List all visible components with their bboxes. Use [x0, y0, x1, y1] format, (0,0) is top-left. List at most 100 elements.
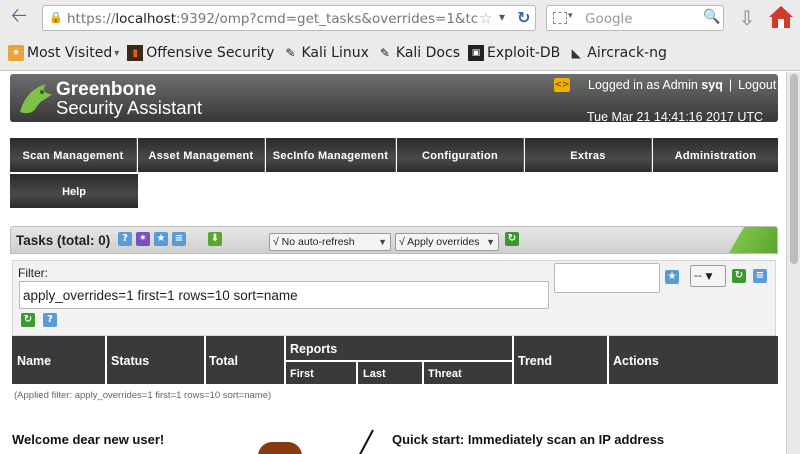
- login-prefix: Logged in as Admin: [588, 78, 698, 92]
- search-bar[interactable]: ▾ Google 🔍: [546, 5, 724, 31]
- lock-icon: 🔒: [49, 11, 63, 24]
- menu-secinfo-management[interactable]: SecInfo Management: [266, 138, 396, 172]
- exploitdb-icon: ▣: [468, 45, 484, 61]
- kali-dragon-icon: ✎: [379, 46, 390, 60]
- logout-link[interactable]: Logout: [738, 78, 776, 92]
- column-divider: [204, 336, 206, 384]
- chevron-down-icon[interactable]: ▾: [568, 11, 573, 21]
- column-last[interactable]: Last: [363, 368, 386, 380]
- bookmark-label: Most Visited: [27, 45, 113, 61]
- column-divider: [356, 360, 358, 384]
- browser-toolbar: 🡠 🔒 https://localhost:9392/omp?cmd=get_t…: [0, 0, 800, 36]
- tasks-table-header: Name Status Total Reports First Last Thr…: [12, 336, 778, 384]
- bookmarks-bar: ★ Most Visited ▾ ▮ Offensive Security ✎ …: [0, 36, 800, 71]
- menu-configuration[interactable]: Configuration: [397, 138, 524, 172]
- url-text[interactable]: https://localhost:9392/omp?cmd=get_tasks…: [67, 11, 487, 27]
- scrollbar-thumb[interactable]: [790, 74, 798, 264]
- overrides-value: √ Apply overrides: [399, 236, 480, 248]
- wizard-illustration: [258, 442, 302, 454]
- page-scrollbar[interactable]: [786, 72, 800, 454]
- auto-refresh-select[interactable]: √ No auto-refresh ▼: [269, 233, 391, 251]
- main-menu: Scan Management Asset Management SecInfo…: [10, 138, 778, 172]
- row-divider: [284, 360, 512, 362]
- download-arrow-icon[interactable]: ⇩: [736, 6, 758, 30]
- new-task-icon[interactable]: ★: [154, 232, 168, 246]
- url-bar[interactable]: 🔒 https://localhost:9392/omp?cmd=get_tas…: [42, 5, 536, 31]
- search-engine-icon[interactable]: [553, 12, 567, 24]
- greenbone-logo-icon: [20, 84, 52, 114]
- column-divider: [607, 336, 609, 384]
- search-icon[interactable]: 🔍: [703, 9, 720, 25]
- column-name[interactable]: Name: [17, 354, 51, 368]
- bookmark-aircrack[interactable]: ◣ Aircrack-ng: [568, 45, 667, 61]
- chevron-down-icon[interactable]: ▾: [499, 10, 505, 24]
- bookmark-star-icon[interactable]: ☆: [479, 9, 492, 27]
- menu-help[interactable]: Help: [10, 174, 138, 208]
- saved-filter-select[interactable]: -- ▼: [690, 265, 726, 287]
- pointer-line: [358, 429, 374, 454]
- menu-extras[interactable]: Extras: [525, 138, 652, 172]
- header-swoosh: [717, 227, 777, 253]
- welcome-heading: Welcome dear new user!: [12, 432, 165, 447]
- filter-name-input[interactable]: [554, 263, 660, 293]
- bookmark-kali-docs[interactable]: ✎ Kali Docs: [377, 45, 460, 61]
- column-first[interactable]: First: [290, 368, 314, 380]
- column-divider: [512, 336, 514, 384]
- kali-dragon-icon: ✎: [285, 46, 296, 60]
- saved-filter-value: --: [694, 269, 702, 282]
- column-reports: Reports: [290, 342, 338, 356]
- tasks-title: Tasks (total: 0): [16, 233, 111, 248]
- column-trend[interactable]: Trend: [518, 354, 552, 368]
- bookmark-label: Kali Docs: [395, 45, 460, 61]
- filter-help-icon[interactable]: ?: [43, 313, 57, 327]
- username[interactable]: syq: [701, 78, 723, 92]
- column-total[interactable]: Total: [209, 354, 238, 368]
- refresh-icon[interactable]: ↻: [505, 232, 519, 246]
- column-threat[interactable]: Threat: [428, 368, 462, 380]
- back-arrow-icon[interactable]: 🡠: [6, 3, 32, 30]
- column-divider: [105, 336, 107, 384]
- new-filter-star-icon[interactable]: ★: [665, 270, 679, 284]
- offsec-icon: ▮: [127, 45, 144, 61]
- bookmark-label: Kali Linux: [301, 45, 369, 61]
- server-datetime: Tue Mar 21 14:41:16 2017 UTC: [587, 110, 764, 124]
- bookmark-label: Exploit-DB: [487, 45, 561, 61]
- applied-filter-text: (Applied filter: apply_overrides=1 first…: [14, 390, 272, 401]
- export-download-icon[interactable]: ⬇: [208, 232, 222, 246]
- chevron-down-icon: ▼: [705, 272, 713, 282]
- filter-label: Filter:: [18, 266, 48, 280]
- auto-refresh-value: √ No auto-refresh: [273, 236, 355, 248]
- language-badge[interactable]: <>: [554, 78, 570, 92]
- apply-filter-refresh-icon[interactable]: ↻: [21, 313, 35, 327]
- filter-panel: Filter: apply_overrides=1 first=1 rows=1…: [12, 260, 776, 336]
- chevron-down-icon: ▼: [486, 237, 495, 247]
- page-content: Greenbone Security Assistant <> Logged i…: [0, 72, 786, 454]
- menu-administration[interactable]: Administration: [653, 138, 778, 172]
- help-icon[interactable]: ?: [118, 232, 132, 246]
- bookmark-most-visited[interactable]: ★ Most Visited ▾: [8, 45, 119, 61]
- filter-list-icon[interactable]: ≡: [753, 269, 767, 283]
- home-icon[interactable]: [768, 4, 794, 30]
- bookmark-offensive-security[interactable]: ▮ Offensive Security: [127, 45, 274, 61]
- overrides-select[interactable]: √ Apply overrides ▼: [395, 233, 499, 251]
- column-divider: [422, 360, 424, 384]
- chevron-down-icon: ▼: [378, 237, 387, 247]
- menu-scan-management[interactable]: Scan Management: [10, 138, 137, 172]
- bookmark-label: Offensive Security: [146, 45, 275, 61]
- list-icon[interactable]: ≡: [172, 232, 186, 246]
- search-input[interactable]: Google: [585, 11, 633, 27]
- column-status[interactable]: Status: [111, 354, 149, 368]
- chevron-down-icon: ▾: [114, 47, 120, 59]
- bookmark-kali-linux[interactable]: ✎ Kali Linux: [282, 45, 369, 61]
- menu-asset-management[interactable]: Asset Management: [138, 138, 265, 172]
- filter-input[interactable]: apply_overrides=1 first=1 rows=10 sort=n…: [19, 281, 549, 309]
- aircrack-icon: ◣: [571, 46, 581, 60]
- tasks-section-header: Tasks (total: 0) ? ✶ ★ ≡ ⬇ √ No auto-ref…: [10, 226, 778, 254]
- brand-subtitle: Security Assistant: [56, 97, 203, 118]
- bookmark-label: Aircrack-ng: [587, 45, 667, 61]
- wizard-icon[interactable]: ✶: [136, 232, 150, 246]
- switch-filter-icon[interactable]: ↻: [732, 269, 746, 283]
- reload-icon[interactable]: ↻: [517, 8, 530, 27]
- bookmark-exploit-db[interactable]: ▣ Exploit-DB: [468, 45, 560, 61]
- column-actions: Actions: [613, 354, 659, 368]
